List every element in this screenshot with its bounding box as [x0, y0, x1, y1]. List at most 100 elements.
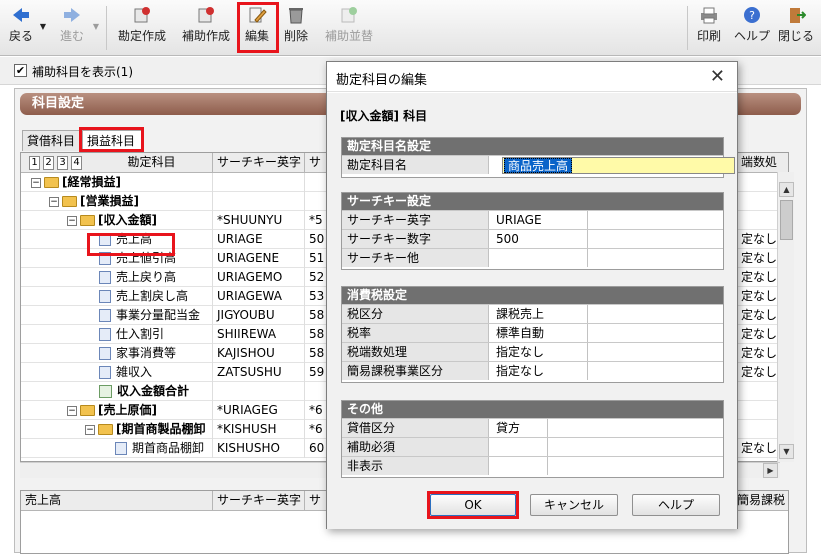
create-account-button[interactable]: 勘定作成: [114, 4, 170, 52]
forward-button[interactable]: 進む: [56, 4, 88, 52]
level-1-button[interactable]: 1: [29, 156, 40, 170]
tab-profit-loss[interactable]: 損益科目: [82, 130, 142, 151]
tree-node[interactable]: 売上値引高: [99, 251, 176, 267]
forward-dropdown-icon[interactable]: ▼: [90, 22, 102, 32]
search-alpha-cell[interactable]: JIGYOUBU: [213, 306, 305, 325]
scroll-up-icon[interactable]: ▲: [779, 182, 794, 197]
search-alpha-cell[interactable]: *SHUUNYU: [213, 211, 305, 230]
tree-node[interactable]: 仕入割引: [99, 327, 164, 343]
collapse-icon[interactable]: −: [85, 424, 95, 435]
show-sub-checkbox[interactable]: ✔: [14, 64, 27, 77]
ok-button[interactable]: OK: [430, 494, 516, 516]
search-alpha-cell[interactable]: [213, 192, 305, 211]
level-3-button[interactable]: 3: [57, 156, 68, 170]
tree-node[interactable]: 売上割戻し高: [99, 289, 188, 305]
account-name-cell[interactable]: 収入金額合計: [21, 382, 213, 401]
search-num-cell[interactable]: 58: [305, 325, 327, 344]
account-name-cell[interactable]: − [期首商製品棚卸: [21, 420, 213, 439]
account-name-cell[interactable]: 売上高: [21, 230, 213, 249]
search-num-cell[interactable]: *6: [305, 420, 327, 439]
search-num-cell[interactable]: *6: [305, 401, 327, 420]
account-name-cell[interactable]: 家事消費等: [21, 344, 213, 363]
account-name-cell[interactable]: 雑収入: [21, 363, 213, 382]
hidden-field[interactable]: [490, 457, 548, 475]
search-num-cell[interactable]: [305, 382, 327, 401]
search-num-cell[interactable]: 59: [305, 363, 327, 382]
tree-node[interactable]: − [経常損益]: [31, 175, 121, 191]
tax-rate-field[interactable]: 標準自動: [490, 324, 588, 342]
debit-credit-field[interactable]: 貸方: [490, 419, 548, 437]
search-num-cell[interactable]: 58: [305, 344, 327, 363]
account-name-cell[interactable]: 売上値引高: [21, 249, 213, 268]
search-alpha-cell[interactable]: ZATSUSHU: [213, 363, 305, 382]
search-num-cell[interactable]: [305, 192, 327, 211]
tab-balance[interactable]: 貸借科目: [22, 130, 80, 151]
search-alpha-cell[interactable]: [213, 173, 305, 192]
close-button[interactable]: 閉じる: [776, 4, 816, 52]
tree-node[interactable]: 収入金額合計: [99, 384, 189, 400]
search-num-cell[interactable]: [305, 173, 327, 192]
search-num-cell[interactable]: 51: [305, 249, 327, 268]
account-name-cell[interactable]: 事業分量配当金: [21, 306, 213, 325]
tree-node[interactable]: 家事消費等: [99, 346, 176, 362]
tree-node[interactable]: − [期首商製品棚卸: [85, 422, 206, 438]
account-name-cell[interactable]: 仕入割引: [21, 325, 213, 344]
search-alpha-cell[interactable]: KAJISHOU: [213, 344, 305, 363]
sub-replace-button[interactable]: 補助並替: [318, 4, 380, 52]
search-num-cell[interactable]: 60: [305, 439, 327, 458]
scroll-down-icon[interactable]: ▼: [779, 444, 794, 459]
search-alpha-cell[interactable]: URIAGENE: [213, 249, 305, 268]
account-name-cell[interactable]: 期首商品棚卸: [21, 439, 213, 458]
header-search-num[interactable]: サ: [305, 153, 327, 173]
search-num-cell[interactable]: *5: [305, 211, 327, 230]
sub-required-field[interactable]: [490, 438, 548, 456]
tree-node[interactable]: 売上高: [99, 232, 152, 248]
back-dropdown-icon[interactable]: ▼: [37, 22, 49, 32]
search-alpha-cell[interactable]: URIAGE: [213, 230, 305, 249]
account-name-cell[interactable]: − [営業損益]: [21, 192, 213, 211]
account-name-cell[interactable]: 売上戻り高: [21, 268, 213, 287]
header-search-alpha[interactable]: サーチキー英字: [213, 153, 305, 173]
help-dialog-button[interactable]: ヘルプ: [632, 494, 720, 516]
search-num-field[interactable]: 500: [490, 230, 588, 248]
tree-node[interactable]: − [売上原価]: [67, 403, 157, 419]
search-num-cell[interactable]: 50: [305, 230, 327, 249]
search-num-cell[interactable]: 58: [305, 306, 327, 325]
account-name-input[interactable]: 商品売上高: [502, 157, 735, 174]
close-icon[interactable]: ✕: [710, 66, 725, 87]
level-2-button[interactable]: 2: [43, 156, 54, 170]
account-name-cell[interactable]: 売上割戻し高: [21, 287, 213, 306]
tree-node[interactable]: 売上戻り高: [99, 270, 176, 286]
delete-button[interactable]: 削除: [280, 4, 312, 52]
simplified-tax-field[interactable]: 指定なし: [490, 362, 588, 380]
search-num-cell[interactable]: 53: [305, 287, 327, 306]
tree-node[interactable]: 雑収入: [99, 365, 152, 381]
print-button[interactable]: 印刷: [692, 4, 726, 52]
cancel-button[interactable]: キャンセル: [530, 494, 618, 516]
search-alpha-cell[interactable]: [213, 382, 305, 401]
scroll-right-icon[interactable]: ▶: [763, 463, 778, 478]
tax-type-field[interactable]: 課税売上: [490, 305, 588, 323]
search-alpha-cell[interactable]: *KISHUSH: [213, 420, 305, 439]
account-name-cell[interactable]: − [売上原価]: [21, 401, 213, 420]
search-alpha-cell[interactable]: URIAGEWA: [213, 287, 305, 306]
account-name-cell[interactable]: − [収入金額]: [21, 211, 213, 230]
header-name[interactable]: 勘定科目: [87, 153, 213, 173]
help-button[interactable]: ? ヘルプ: [732, 4, 772, 52]
search-other-field[interactable]: [490, 249, 588, 267]
search-alpha-cell[interactable]: SHIIREWA: [213, 325, 305, 344]
search-alpha-cell[interactable]: *URIAGEG: [213, 401, 305, 420]
tree-node[interactable]: 事業分量配当金: [99, 308, 200, 324]
search-alpha-cell[interactable]: KISHUSHO: [213, 439, 305, 458]
level-4-button[interactable]: 4: [71, 156, 82, 170]
tax-rounding-field[interactable]: 指定なし: [490, 343, 588, 361]
tree-node[interactable]: − [営業損益]: [49, 194, 139, 210]
header-rounding[interactable]: 端数処: [737, 153, 788, 173]
account-name-cell[interactable]: − [経常損益]: [21, 173, 213, 192]
collapse-icon[interactable]: −: [49, 196, 59, 207]
back-button[interactable]: 戻る: [6, 4, 36, 52]
collapse-icon[interactable]: −: [31, 177, 41, 188]
collapse-icon[interactable]: −: [67, 405, 77, 416]
tree-node[interactable]: 期首商品棚卸: [115, 441, 204, 457]
search-alpha-cell[interactable]: URIAGEMO: [213, 268, 305, 287]
